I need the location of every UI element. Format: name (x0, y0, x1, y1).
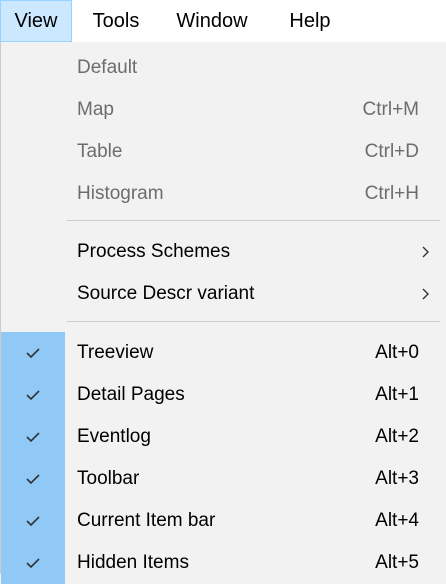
menu-item-label: Detail Pages (77, 384, 185, 405)
menu-item-shortcut: Ctrl+D (364, 141, 419, 162)
checkmark-icon (1, 374, 65, 416)
menu-item-label: Eventlog (77, 426, 151, 447)
menu-item-process-schemes[interactable]: Process Schemes (1, 231, 446, 273)
menu-help[interactable]: Help (276, 0, 344, 42)
menu-separator (67, 321, 440, 322)
menu-separator (67, 220, 440, 221)
menu-item-label: Default (77, 57, 138, 78)
menu-item-map[interactable]: Map Ctrl+M (1, 89, 446, 131)
view-menu-dropdown: Default Map Ctrl+M Table Ctrl+D Histogra… (0, 42, 446, 584)
menu-item-source-descr-variant[interactable]: Source Descr variant (1, 273, 446, 315)
menu-item-detail-pages[interactable]: Detail Pages Alt+1 (1, 374, 446, 416)
menu-item-histogram[interactable]: Histogram Ctrl+H (1, 173, 446, 215)
menu-item-eventlog[interactable]: Eventlog Alt+2 (1, 416, 446, 458)
checkmark-icon (1, 542, 65, 584)
chevron-right-icon (421, 273, 431, 315)
menu-bar: View Tools Window Help (0, 0, 446, 42)
menu-item-default[interactable]: Default (1, 47, 446, 89)
chevron-right-icon (421, 231, 431, 273)
menu-item-shortcut: Alt+3 (375, 468, 419, 489)
menu-item-label: Map (77, 99, 114, 120)
menu-item-treeview[interactable]: Treeview Alt+0 (1, 332, 446, 374)
menu-item-label: Hidden Items (77, 552, 189, 573)
menu-item-label: Histogram (77, 183, 164, 204)
menu-item-label: Toolbar (77, 468, 140, 489)
menu-item-shortcut: Alt+5 (375, 552, 419, 573)
menu-item-current-item-bar[interactable]: Current Item bar Alt+4 (1, 500, 446, 542)
menu-item-shortcut: Ctrl+H (364, 183, 419, 204)
menu-item-label: Treeview (77, 342, 154, 363)
checkmark-icon (1, 416, 65, 458)
checkmark-icon (1, 332, 65, 374)
checkmark-icon (1, 458, 65, 500)
menu-item-label: Table (77, 141, 123, 162)
menu-item-shortcut: Alt+0 (375, 342, 419, 363)
menu-item-shortcut: Alt+1 (375, 384, 419, 405)
menu-item-hidden-items[interactable]: Hidden Items Alt+5 (1, 542, 446, 584)
menu-item-toolbar[interactable]: Toolbar Alt+3 (1, 458, 446, 500)
checkmark-icon (1, 500, 65, 542)
menu-tools[interactable]: Tools (80, 0, 152, 42)
menu-window[interactable]: Window (160, 0, 264, 42)
menu-item-label: Process Schemes (77, 241, 231, 262)
menu-item-table[interactable]: Table Ctrl+D (1, 131, 446, 173)
menu-item-shortcut: Alt+2 (375, 426, 419, 447)
menu-view[interactable]: View (0, 0, 72, 42)
menu-item-shortcut: Alt+4 (375, 510, 419, 531)
menu-item-label: Source Descr variant (77, 283, 255, 304)
menu-item-label: Current Item bar (77, 510, 216, 531)
menu-item-shortcut: Ctrl+M (362, 99, 419, 120)
